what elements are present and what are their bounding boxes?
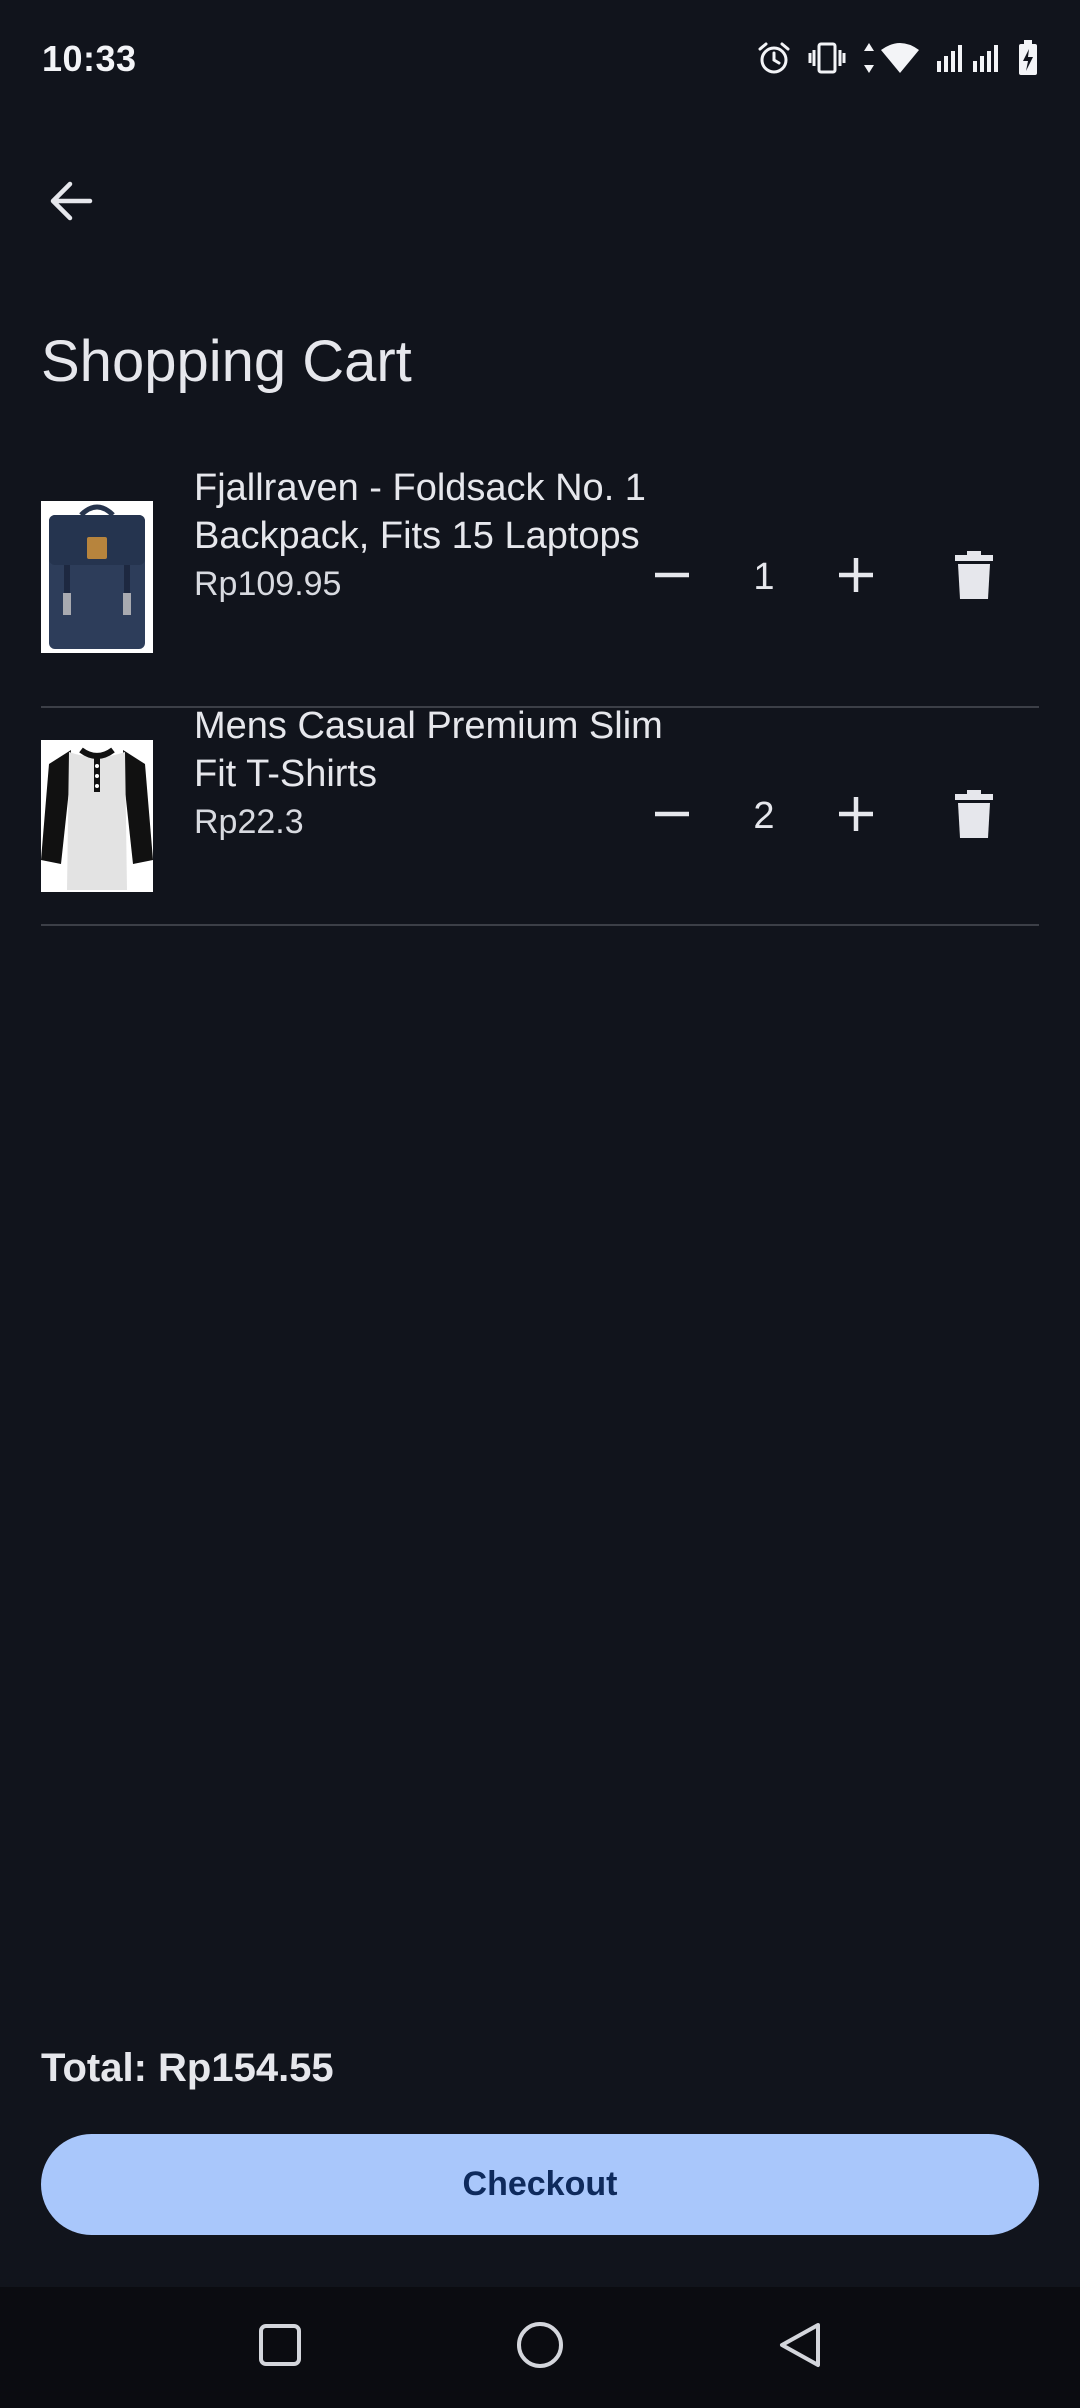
increase-quantity-button[interactable] — [809, 771, 903, 861]
quantity-stepper: 2 — [625, 771, 1023, 861]
signal-icon — [972, 43, 1002, 73]
increase-quantity-button[interactable] — [809, 532, 903, 622]
product-image-henley-shirt — [41, 740, 153, 892]
system-nav-bar — [0, 2287, 1080, 2408]
recents-square-icon — [258, 2323, 302, 2372]
checkout-button[interactable]: Checkout — [41, 2134, 1039, 2235]
plus-icon — [836, 794, 876, 839]
product-price: Rp109.95 — [194, 565, 342, 603]
decrease-quantity-button[interactable] — [625, 532, 719, 622]
quantity-value: 1 — [753, 555, 775, 598]
delete-item-button[interactable] — [929, 771, 1019, 861]
wifi-icon — [880, 42, 920, 74]
battery-charging-icon — [1018, 40, 1038, 76]
recents-button[interactable] — [240, 2307, 320, 2387]
cart-item: Fjallraven - Foldsack No. 1 Backpack, Fi… — [41, 467, 1039, 708]
page-title: Shopping Cart — [41, 329, 412, 394]
home-button[interactable] — [500, 2307, 580, 2387]
minus-icon — [652, 794, 692, 839]
decrease-quantity-button[interactable] — [625, 771, 719, 861]
status-time: 10:33 — [42, 38, 137, 79]
data-arrows-icon — [862, 41, 876, 75]
product-image-backpack — [41, 501, 153, 653]
quantity-stepper: 1 — [625, 532, 1023, 622]
status-icons — [756, 40, 1038, 76]
arrow-left-icon — [48, 178, 94, 229]
product-info: Mens Casual Premium Slim Fit T-Shirts Rp… — [194, 702, 664, 846]
back-triangle-icon — [777, 2321, 823, 2374]
vibrate-icon — [808, 41, 846, 75]
product-info: Fjallraven - Foldsack No. 1 Backpack, Fi… — [194, 464, 664, 608]
minus-icon — [652, 555, 692, 600]
back-button[interactable] — [38, 170, 104, 236]
delete-item-button[interactable] — [929, 532, 1019, 622]
product-name: Fjallraven - Foldsack No. 1 Backpack, Fi… — [194, 467, 646, 557]
product-price: Rp22.3 — [194, 803, 304, 841]
signal-icon — [936, 43, 966, 73]
back-nav-button[interactable] — [760, 2307, 840, 2387]
cart-item: Mens Casual Premium Slim Fit T-Shirts Rp… — [41, 705, 1039, 926]
home-circle-icon — [516, 2321, 564, 2374]
alarm-icon — [756, 40, 792, 76]
plus-icon — [836, 555, 876, 600]
status-bar: 10:33 — [0, 0, 1080, 124]
cart-total: Total: Rp154.55 — [41, 2046, 334, 2090]
trash-icon — [955, 789, 993, 843]
product-name: Mens Casual Premium Slim Fit T-Shirts — [194, 705, 663, 795]
quantity-value: 2 — [753, 794, 775, 837]
trash-icon — [955, 550, 993, 604]
